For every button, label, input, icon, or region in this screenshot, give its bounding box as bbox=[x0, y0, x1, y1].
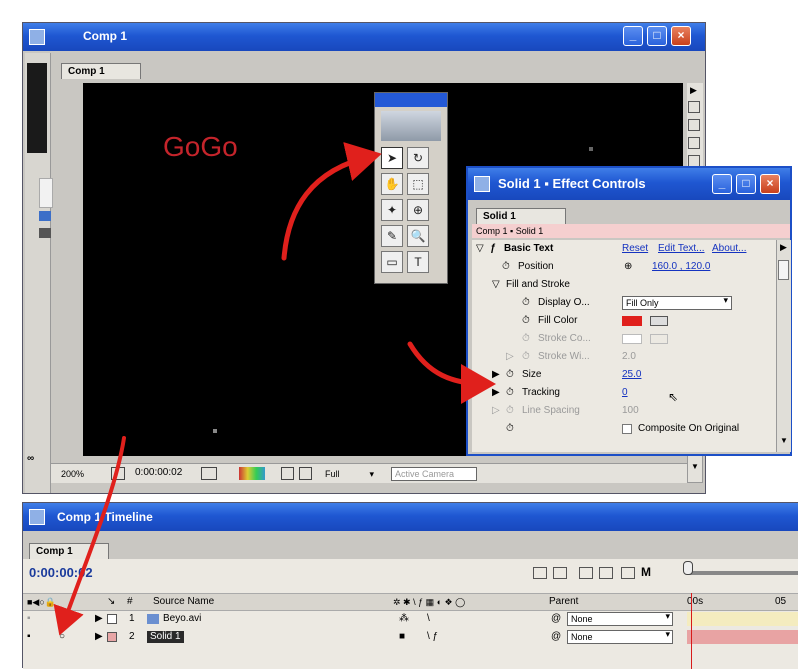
arrow-to-solo-switch bbox=[53, 436, 126, 636]
annotation-arrows bbox=[53, 142, 496, 636]
arrow-to-selection-tool bbox=[281, 142, 382, 261]
arrow-to-size-property bbox=[407, 341, 496, 404]
